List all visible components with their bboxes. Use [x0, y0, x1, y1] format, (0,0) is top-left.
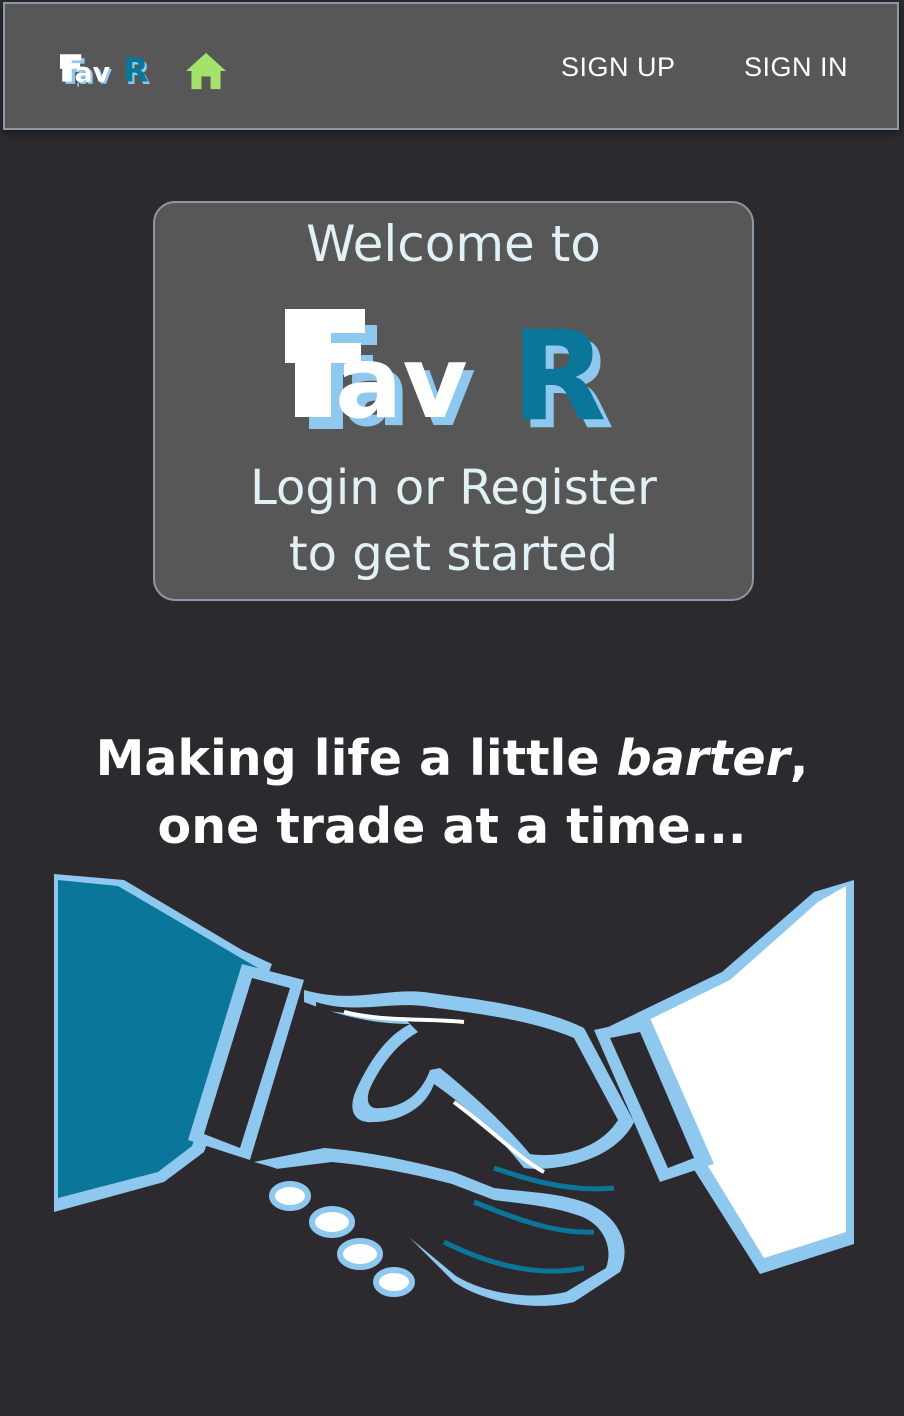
welcome-title: Welcome to — [306, 215, 601, 273]
flavr-logo-large: av av R R — [285, 305, 614, 435]
tagline-part-2: , — [789, 730, 809, 787]
sign-up-link[interactable]: SIGN UP — [561, 52, 676, 83]
sign-in-link[interactable]: SIGN IN — [744, 52, 848, 83]
prompt-line-2: to get started — [288, 526, 619, 582]
welcome-card: Welcome to av av R R Login or Register t… — [153, 201, 754, 601]
svg-text:R: R — [123, 51, 148, 90]
home-icon[interactable] — [184, 51, 228, 91]
tagline-emphasis: barter — [616, 730, 790, 787]
handshake-illustration — [54, 874, 854, 1306]
flavr-logo[interactable]: av av R R — [60, 50, 156, 92]
svg-text:av: av — [75, 58, 111, 89]
tagline-line-2: one trade at a time... — [157, 798, 747, 855]
svg-text:R: R — [511, 305, 606, 435]
top-navbar: av av R R SIGN UP SIGN IN — [3, 2, 899, 130]
prompt-line-1: Login or Register — [250, 460, 657, 516]
tagline: Making life a little barter, one trade a… — [0, 725, 904, 861]
login-register-prompt: Login or Register to get started — [155, 455, 752, 587]
svg-text:av: av — [335, 324, 468, 435]
tagline-part-1: Making life a little — [95, 730, 617, 787]
